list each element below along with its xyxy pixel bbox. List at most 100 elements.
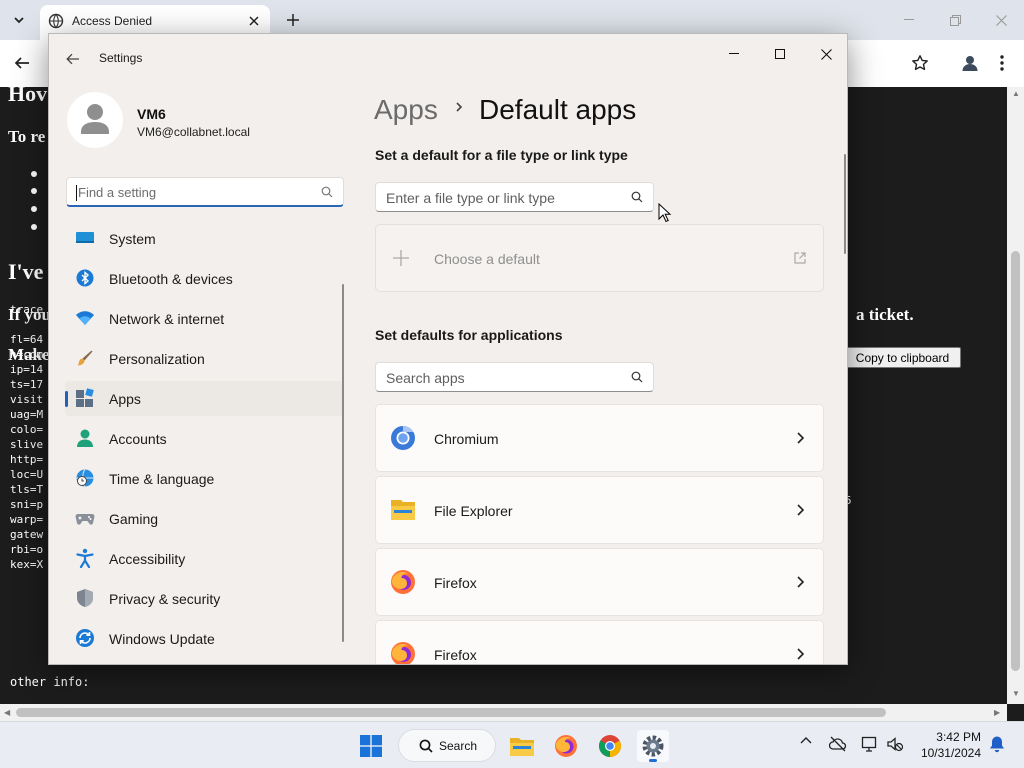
close-button[interactable]: [803, 40, 847, 68]
notification-bell-icon[interactable]: [989, 735, 1005, 753]
taskbar-search[interactable]: Search: [398, 729, 496, 762]
app-name: Chromium: [434, 431, 499, 447]
app-name: Firefox: [434, 575, 477, 591]
content-scrollbar[interactable]: [844, 154, 846, 254]
ray-info-line: warp=: [10, 513, 44, 526]
ray-info-line: ip=14: [10, 363, 44, 376]
apps-icon: [75, 388, 95, 408]
external-link-icon: [794, 252, 806, 264]
find-setting-input[interactable]: Find a setting: [66, 177, 344, 207]
browser-restore-button[interactable]: [942, 8, 968, 32]
ray-info-line: kex=X: [10, 558, 44, 571]
clock-date[interactable]: 10/31/2024: [921, 746, 981, 760]
browser-minimize-button[interactable]: [896, 8, 922, 32]
maximize-button[interactable]: [757, 40, 803, 68]
chevron-right-icon: [795, 647, 805, 664]
nav-item-privacy-security[interactable]: Privacy & security: [65, 581, 344, 616]
taskbar: Search 3:42 PM 10/31/2024: [0, 721, 1024, 768]
profile-icon: [962, 56, 978, 71]
nav-item-gaming[interactable]: Gaming: [65, 501, 344, 536]
scroll-right-arrow-icon[interactable]: ▶: [994, 708, 1000, 717]
accessibility-icon: [75, 548, 95, 569]
nav-item-personalization[interactable]: Personalization: [65, 341, 344, 376]
ray-info-line: loc=U: [10, 468, 44, 481]
bluetooth-icon: [75, 268, 95, 288]
cloud-offline-icon[interactable]: [829, 735, 847, 753]
section-title-filetype: Set a default for a file type or link ty…: [375, 147, 628, 163]
search-apps-input[interactable]: Search apps: [375, 362, 654, 392]
filetype-input[interactable]: Enter a file type or link type: [375, 182, 654, 212]
tab-close-button[interactable]: [244, 11, 264, 31]
new-tab-button[interactable]: [282, 9, 304, 31]
system-icon: [75, 228, 95, 248]
nav-item-accounts[interactable]: Accounts: [65, 421, 344, 456]
bullet: [31, 224, 37, 230]
bookmark-button[interactable]: [906, 49, 934, 77]
minimize-button[interactable]: [711, 40, 757, 68]
app-name: Firefox: [434, 647, 477, 663]
settings-window: Settings VM6 VM6@collabnet.local Find a …: [48, 33, 848, 665]
taskbar-settings[interactable]: [637, 730, 669, 762]
scrollbar-thumb[interactable]: [1011, 251, 1020, 671]
volume-muted-icon[interactable]: [886, 735, 904, 753]
copy-to-clipboard-button[interactable]: Copy to clipboard: [844, 347, 961, 368]
chevron-right-icon: [795, 575, 805, 594]
scroll-up-arrow-icon[interactable]: ▲: [1012, 89, 1020, 98]
active-indicator: [649, 759, 657, 762]
nav-item-network-internet[interactable]: Network & internet: [65, 301, 344, 336]
user-email: VM6@collabnet.local: [137, 125, 250, 139]
mouse-cursor-icon: [658, 203, 672, 223]
nav-item-bluetooth-devices[interactable]: Bluetooth & devices: [65, 261, 344, 296]
nav-item-label: System: [109, 231, 156, 247]
app-name: File Explorer: [434, 503, 513, 519]
nav-item-windows-update[interactable]: Windows Update: [65, 621, 344, 656]
app-card-firefox[interactable]: Firefox: [375, 620, 824, 664]
page-horizontal-scrollbar[interactable]: ◀ ▶: [0, 704, 1007, 721]
person-icon: [81, 104, 109, 134]
back-button[interactable]: [8, 49, 36, 77]
page-text: To re: [8, 127, 46, 146]
window-title: Settings: [99, 51, 143, 65]
search-icon: [321, 186, 333, 198]
chevron-up-icon[interactable]: [800, 735, 812, 747]
profile-button[interactable]: [956, 49, 984, 77]
app-card-chromium[interactable]: Chromium: [375, 404, 824, 472]
settings-back-button[interactable]: [61, 47, 85, 71]
taskbar-file-explorer[interactable]: [506, 730, 538, 762]
taskbar-firefox[interactable]: [550, 730, 582, 762]
taskbar-chrome[interactable]: [594, 730, 626, 762]
start-button[interactable]: [355, 730, 387, 762]
nav-scrollbar[interactable]: [342, 284, 344, 642]
restore-icon: [949, 14, 961, 26]
chevron-right-icon: [795, 503, 805, 522]
scroll-down-arrow-icon[interactable]: ▼: [1012, 689, 1020, 698]
tab-search-button[interactable]: [6, 7, 32, 33]
chromium-icon: [390, 425, 416, 451]
clock-time[interactable]: 3:42 PM: [936, 730, 981, 744]
chevron-down-icon: [14, 17, 24, 24]
nav-item-time-language[interactable]: Time & language: [65, 461, 344, 496]
nav-item-system[interactable]: System: [65, 221, 344, 256]
choose-default-card: Choose a default: [375, 224, 824, 292]
nav-item-label: Windows Update: [109, 631, 215, 647]
nav-item-apps[interactable]: Apps: [65, 381, 344, 416]
file-explorer-icon: [390, 497, 416, 523]
menu-button[interactable]: [988, 49, 1016, 77]
network-icon[interactable]: [861, 735, 879, 753]
section-title-apps: Set defaults for applications: [375, 327, 563, 343]
scrollbar-thumb[interactable]: [16, 708, 886, 717]
app-card-firefox[interactable]: Firefox: [375, 548, 824, 616]
nav-item-label: Personalization: [109, 351, 205, 367]
text-caret: [76, 185, 77, 201]
breadcrumb-apps[interactable]: Apps: [374, 94, 438, 126]
browser-close-button[interactable]: [988, 8, 1014, 32]
page-vertical-scrollbar[interactable]: ▲ ▼: [1007, 87, 1024, 704]
nav-item-label: Time & language: [109, 471, 215, 487]
avatar[interactable]: [67, 92, 123, 148]
star-icon: [912, 55, 928, 71]
nav-item-accessibility[interactable]: Accessibility: [65, 541, 344, 576]
app-card-file-explorer[interactable]: File Explorer: [375, 476, 824, 544]
scroll-left-arrow-icon[interactable]: ◀: [4, 708, 10, 717]
ray-info-line: rbi=o: [10, 543, 44, 556]
firefox-icon: [390, 641, 416, 664]
